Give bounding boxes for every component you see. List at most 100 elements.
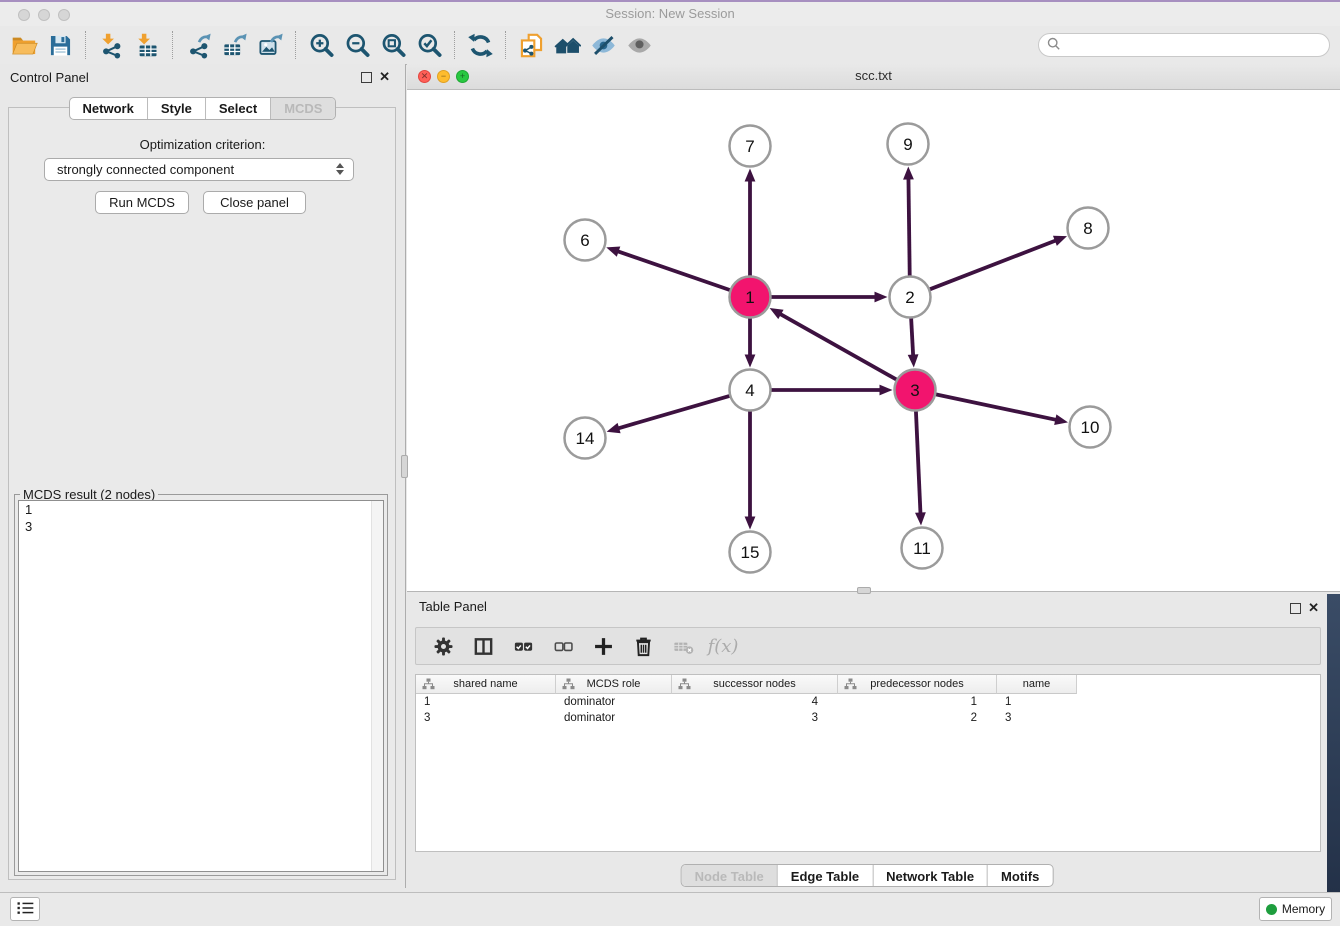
import-network-button[interactable] bbox=[93, 28, 129, 62]
column-header-successor-nodes[interactable]: successor nodes bbox=[672, 675, 838, 694]
node-9[interactable]: 9 bbox=[888, 124, 929, 165]
mcds-result-list[interactable]: 13 bbox=[18, 500, 384, 872]
export-image-button[interactable] bbox=[252, 28, 288, 62]
edge-4-14[interactable] bbox=[607, 395, 732, 433]
tab-style[interactable]: Style bbox=[147, 98, 205, 119]
control-panel-tabs: NetworkStyleSelectMCDS bbox=[69, 97, 337, 120]
search-input[interactable] bbox=[1060, 37, 1329, 53]
node-7[interactable]: 7 bbox=[730, 126, 771, 167]
open-session-button[interactable] bbox=[6, 28, 42, 62]
table-cell[interactable]: 3 bbox=[672, 712, 838, 724]
control-panel-title: Control Panel bbox=[10, 70, 89, 85]
tab-motifs[interactable]: Motifs bbox=[987, 865, 1052, 887]
zoom-out-button[interactable] bbox=[339, 28, 375, 62]
table-cell[interactable]: dominator bbox=[556, 696, 672, 708]
edge-2-3[interactable] bbox=[908, 316, 919, 367]
close-panel-button[interactable]: Close panel bbox=[203, 191, 306, 214]
function-builder-button[interactable]: f(x) bbox=[710, 631, 736, 661]
column-header-predecessor-nodes[interactable]: predecessor nodes bbox=[838, 675, 997, 694]
table-cell[interactable]: dominator bbox=[556, 712, 672, 724]
network-graph[interactable]: 7 9 6 8 1 2 4 3 14 10 15 11 bbox=[407, 89, 1340, 592]
table-cell[interactable]: 3 bbox=[416, 712, 556, 724]
horizontal-splitter-handle[interactable] bbox=[857, 587, 871, 594]
table-cell[interactable]: 3 bbox=[997, 712, 1077, 724]
select-all-button[interactable] bbox=[510, 631, 536, 661]
table-row[interactable]: 3dominator323 bbox=[416, 710, 1320, 726]
save-session-button[interactable] bbox=[42, 28, 78, 62]
zoom-in-button[interactable] bbox=[303, 28, 339, 62]
clone-network-button[interactable] bbox=[513, 28, 549, 62]
hide-selected-button[interactable] bbox=[585, 28, 621, 62]
edge-3-1[interactable] bbox=[770, 308, 898, 380]
edge-4-15[interactable] bbox=[745, 410, 756, 530]
edge-2-9[interactable] bbox=[903, 166, 914, 277]
memory-button[interactable]: Memory bbox=[1259, 897, 1332, 921]
node-1[interactable]: 1 bbox=[730, 277, 771, 318]
home-icon bbox=[554, 32, 581, 59]
node-2[interactable]: 2 bbox=[890, 277, 931, 318]
select-none-button[interactable] bbox=[550, 631, 576, 661]
export-network-button[interactable] bbox=[180, 28, 216, 62]
table-row[interactable]: 1dominator411 bbox=[416, 694, 1320, 710]
node-6[interactable]: 6 bbox=[565, 220, 606, 261]
import-table-button[interactable] bbox=[129, 28, 165, 62]
table-panel-float-icon[interactable] bbox=[1290, 603, 1301, 614]
criterion-dropdown[interactable]: strongly connected component bbox=[44, 158, 354, 181]
control-panel-float-icon[interactable] bbox=[361, 72, 372, 83]
search-box[interactable] bbox=[1038, 33, 1330, 57]
columns-button[interactable] bbox=[470, 631, 496, 661]
table-cell[interactable]: 2 bbox=[838, 712, 997, 724]
edge-1-6[interactable] bbox=[606, 246, 731, 290]
refresh-button[interactable] bbox=[462, 28, 498, 62]
zoom-fit-button[interactable] bbox=[375, 28, 411, 62]
tab-network[interactable]: Network bbox=[70, 98, 147, 119]
export-table-button[interactable] bbox=[216, 28, 252, 62]
table-cell[interactable]: 1 bbox=[997, 696, 1077, 708]
edge-1-7[interactable] bbox=[745, 169, 756, 278]
node-14[interactable]: 14 bbox=[565, 418, 606, 459]
show-all-icon bbox=[626, 32, 653, 59]
tab-node-table[interactable]: Node Table bbox=[682, 865, 777, 887]
add-row-button[interactable] bbox=[590, 631, 616, 661]
node-10[interactable]: 10 bbox=[1070, 407, 1111, 448]
hierarchy-icon bbox=[422, 678, 435, 693]
table-cell[interactable]: 1 bbox=[838, 696, 997, 708]
gear-button[interactable] bbox=[430, 631, 456, 661]
edge-1-4[interactable] bbox=[745, 317, 756, 368]
node-15[interactable]: 15 bbox=[730, 532, 771, 573]
network-canvas[interactable]: 7 9 6 8 1 2 4 3 14 10 15 11 bbox=[407, 89, 1340, 591]
edge-1-2[interactable] bbox=[770, 292, 888, 303]
delete-row-button[interactable] bbox=[630, 631, 656, 661]
home-button[interactable] bbox=[549, 28, 585, 62]
vertical-splitter-handle[interactable] bbox=[401, 455, 408, 478]
edge-2-8[interactable] bbox=[928, 236, 1067, 290]
table-panel-close-icon[interactable]: ✕ bbox=[1308, 600, 1319, 616]
table-cell[interactable]: 1 bbox=[416, 696, 556, 708]
edge-3-11[interactable] bbox=[915, 409, 926, 525]
table-cell[interactable]: 4 bbox=[672, 696, 838, 708]
column-header-name[interactable]: name bbox=[997, 675, 1077, 694]
control-panel-close-icon[interactable]: ✕ bbox=[379, 69, 390, 85]
edge-4-3[interactable] bbox=[770, 385, 893, 396]
node-8[interactable]: 8 bbox=[1068, 208, 1109, 249]
status-bar: Memory bbox=[0, 892, 1340, 926]
column-header-MCDS-role[interactable]: MCDS role bbox=[556, 675, 672, 694]
result-scrollbar[interactable] bbox=[371, 501, 383, 871]
run-mcds-button[interactable]: Run MCDS bbox=[95, 191, 189, 214]
show-all-button[interactable] bbox=[621, 28, 657, 62]
node-11[interactable]: 11 bbox=[902, 528, 943, 569]
task-list-button[interactable] bbox=[10, 897, 40, 921]
zoom-selected-button[interactable] bbox=[411, 28, 447, 62]
network-window-titlebar: ✕ − + scc.txt bbox=[407, 64, 1340, 90]
tab-mcds[interactable]: MCDS bbox=[270, 98, 335, 119]
tab-select[interactable]: Select bbox=[205, 98, 270, 119]
column-header-shared-name[interactable]: shared name bbox=[416, 675, 556, 694]
edge-3-10[interactable] bbox=[934, 394, 1068, 425]
tab-network-table[interactable]: Network Table bbox=[872, 865, 987, 887]
node-3[interactable]: 3 bbox=[895, 370, 936, 411]
svg-text:3: 3 bbox=[910, 381, 919, 400]
node-4[interactable]: 4 bbox=[730, 370, 771, 411]
control-panel: Control Panel ✕ NetworkStyleSelectMCDS O… bbox=[0, 64, 406, 888]
tab-edge-table[interactable]: Edge Table bbox=[777, 865, 872, 887]
delete-table-button[interactable] bbox=[670, 631, 696, 661]
